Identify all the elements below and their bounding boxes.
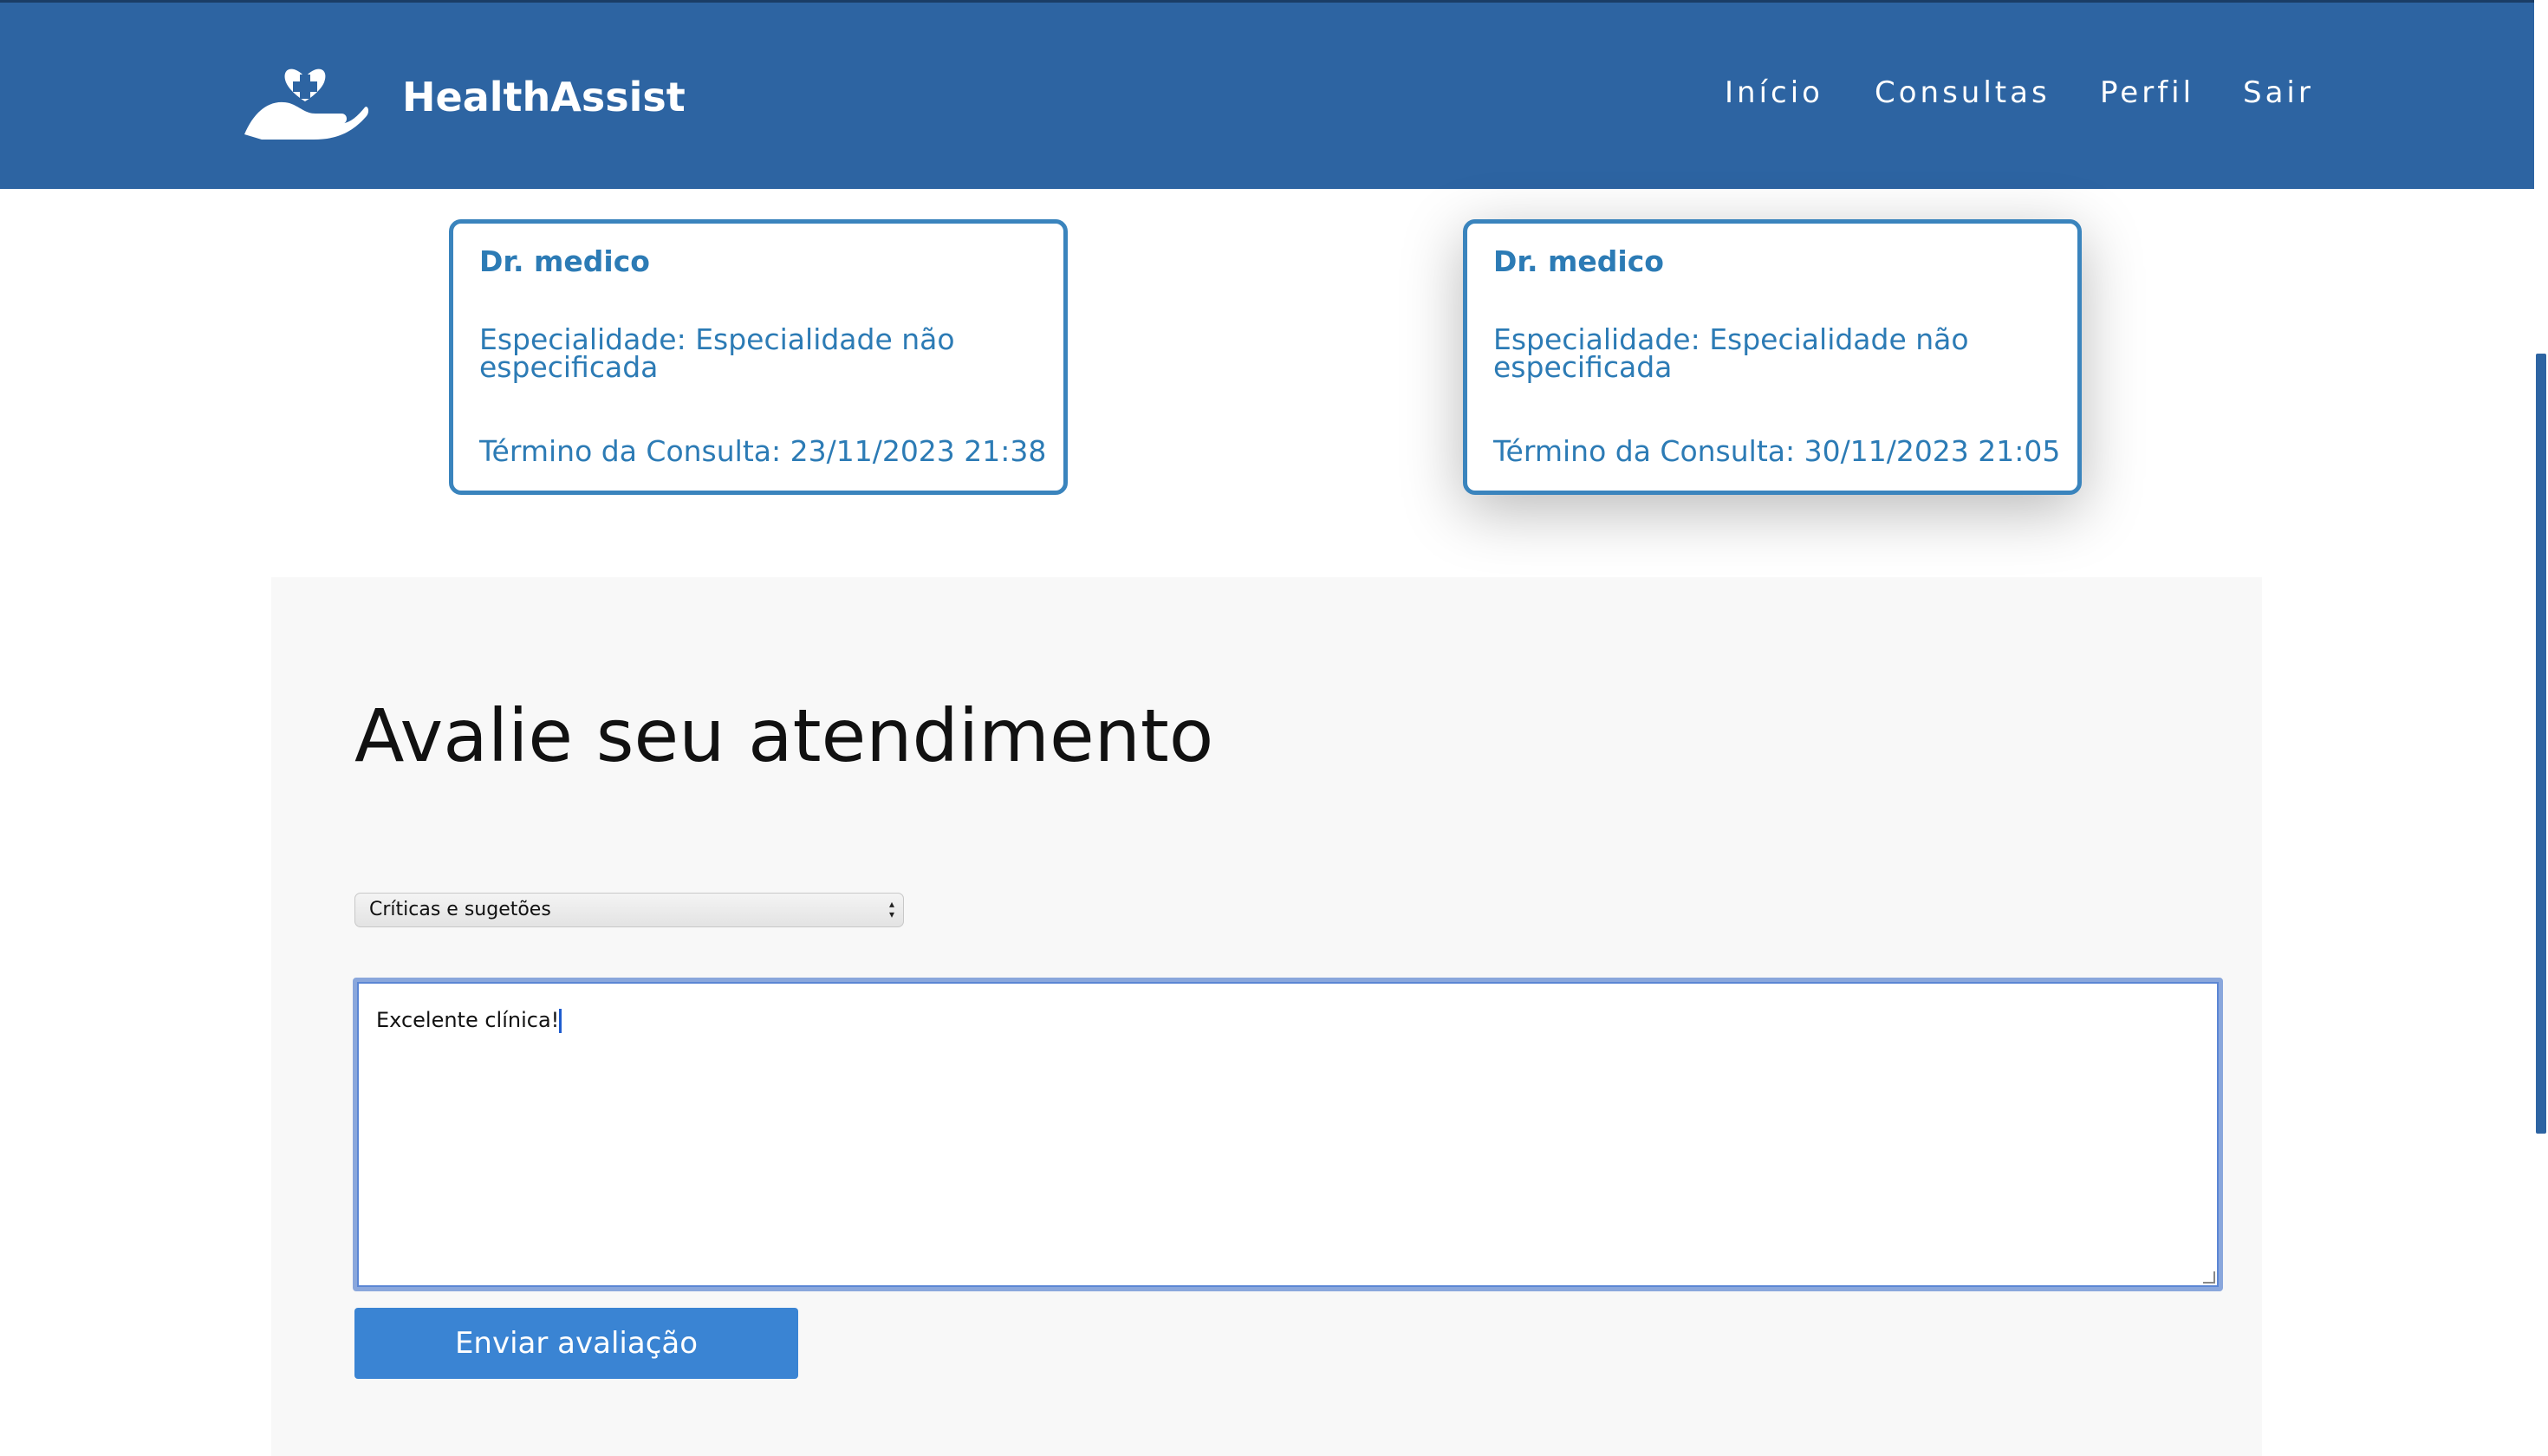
- feedback-panel: Avalie seu atendimento Críticas e sugetõ…: [271, 577, 2262, 1456]
- consultation-end-time: Término da Consulta: 23/11/2023 21:38: [479, 434, 1047, 468]
- consultation-card-selected[interactable]: Dr. medico Especialidade: Especialidade …: [1463, 219, 2082, 495]
- hand-heart-logo-icon: [244, 68, 369, 140]
- doctor-specialty: Especialidade: Especialidade não especif…: [1493, 322, 1969, 384]
- nav-link-perfil[interactable]: Perfil: [2100, 75, 2194, 110]
- doctor-specialty: Especialidade: Especialidade não especif…: [479, 322, 955, 384]
- brand-name[interactable]: HealthAssist: [402, 74, 686, 120]
- feedback-textarea[interactable]: Excelente clínica!: [353, 978, 2223, 1291]
- text-caret: [559, 1009, 562, 1033]
- submit-feedback-button[interactable]: Enviar avaliação: [354, 1308, 798, 1379]
- feedback-text-value: Excelente clínica!: [376, 1008, 560, 1032]
- nav-link-consultas[interactable]: Consultas: [1875, 75, 2051, 110]
- feedback-type-select[interactable]: Críticas e sugetões ▴ ▾: [354, 893, 904, 927]
- select-arrows-icon: ▴ ▾: [888, 898, 894, 920]
- site-header: HealthAssist Início Consultas Perfil Sai…: [0, 0, 2534, 189]
- consultation-end-time: Término da Consulta: 30/11/2023 21:05: [1493, 434, 2061, 468]
- feedback-type-value: Críticas e sugetões: [369, 899, 551, 920]
- doctor-name: Dr. medico: [479, 244, 650, 278]
- scrollbar-thumb[interactable]: [2536, 354, 2546, 1134]
- nav-link-inicio[interactable]: Início: [1725, 75, 1823, 110]
- doctor-name: Dr. medico: [1493, 244, 1664, 278]
- nav-link-sair[interactable]: Sair: [2243, 75, 2314, 110]
- consultation-card[interactable]: Dr. medico Especialidade: Especialidade …: [449, 219, 1068, 495]
- resize-grip-icon[interactable]: [2203, 1271, 2215, 1284]
- feedback-title: Avalie seu atendimento: [354, 693, 1214, 778]
